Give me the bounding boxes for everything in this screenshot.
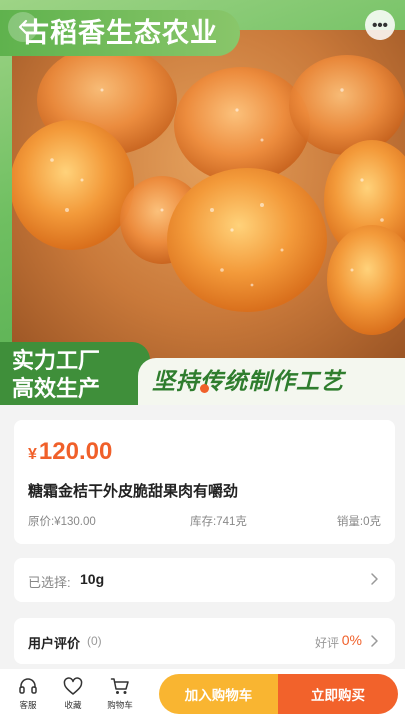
user-reviews[interactable]: 用户评价 (0) 好评 0% [14, 618, 395, 664]
back-button[interactable] [8, 12, 38, 42]
cart-icon [110, 678, 129, 694]
bottom-action-bar: 客服 收藏 购物车 加入购物车 立即购买 [0, 669, 405, 720]
positive-rate-label: 好评 [314, 636, 339, 650]
reviews-count: (0) [87, 634, 102, 648]
product-image-carousel[interactable]: 古稻香生态农业 ••• 实力工厂 高效生产 坚持传统制作工艺 [0, 0, 405, 405]
product-photo [12, 30, 405, 360]
shopping-cart-label: 购物车 [107, 700, 133, 710]
carousel-indicator[interactable] [200, 384, 209, 393]
positive-rate-value: 0% [341, 632, 362, 648]
spec-value: 10g [80, 571, 105, 587]
buy-now-button[interactable]: 立即购买 [278, 674, 398, 714]
product-info-card: ¥120.00 糖霜金桔干外皮脆甜果肉有嚼劲 原价:¥130.00 库存:741… [14, 420, 395, 544]
price-value: 120.00 [38, 438, 113, 465]
reviews-title: 用户评价 [28, 636, 81, 651]
back-icon [18, 19, 28, 35]
add-to-cart-button[interactable]: 加入购物车 [159, 674, 278, 714]
slogan-left-line2: 高效生产 [12, 376, 101, 401]
customer-service-button[interactable]: 客服 [12, 677, 44, 711]
slogan-tradition: 坚持传统制作工艺 [138, 358, 405, 405]
chevron-right-icon [371, 573, 378, 585]
headset-icon [19, 678, 37, 694]
original-price: 原价:¥130.00 [28, 516, 96, 528]
slogan-left-line1: 实力工厂 [12, 348, 101, 373]
shopping-cart-button[interactable]: 购物车 [104, 677, 136, 711]
favorite-label: 收藏 [64, 700, 82, 710]
sales: 销量:0克 [336, 516, 381, 528]
purchase-buttons: 加入购物车 立即购买 [159, 674, 398, 714]
customer-service-label: 客服 [19, 700, 37, 710]
spec-label: 已选择: [28, 575, 71, 590]
slogan-factory: 实力工厂 高效生产 [0, 342, 150, 405]
chevron-right-icon [371, 635, 378, 647]
product-title: 糖霜金桔干外皮脆甜果肉有嚼劲 [28, 483, 239, 500]
heart-icon [63, 677, 83, 695]
more-button[interactable]: ••• [365, 10, 395, 40]
more-icon: ••• [372, 16, 388, 34]
favorite-button[interactable]: 收藏 [57, 677, 89, 711]
stock: 库存:741克 [190, 516, 247, 528]
currency-symbol: ¥ [28, 446, 37, 463]
price: ¥120.00 [28, 438, 112, 466]
spec-selector[interactable]: 已选择: 10g [14, 558, 395, 602]
